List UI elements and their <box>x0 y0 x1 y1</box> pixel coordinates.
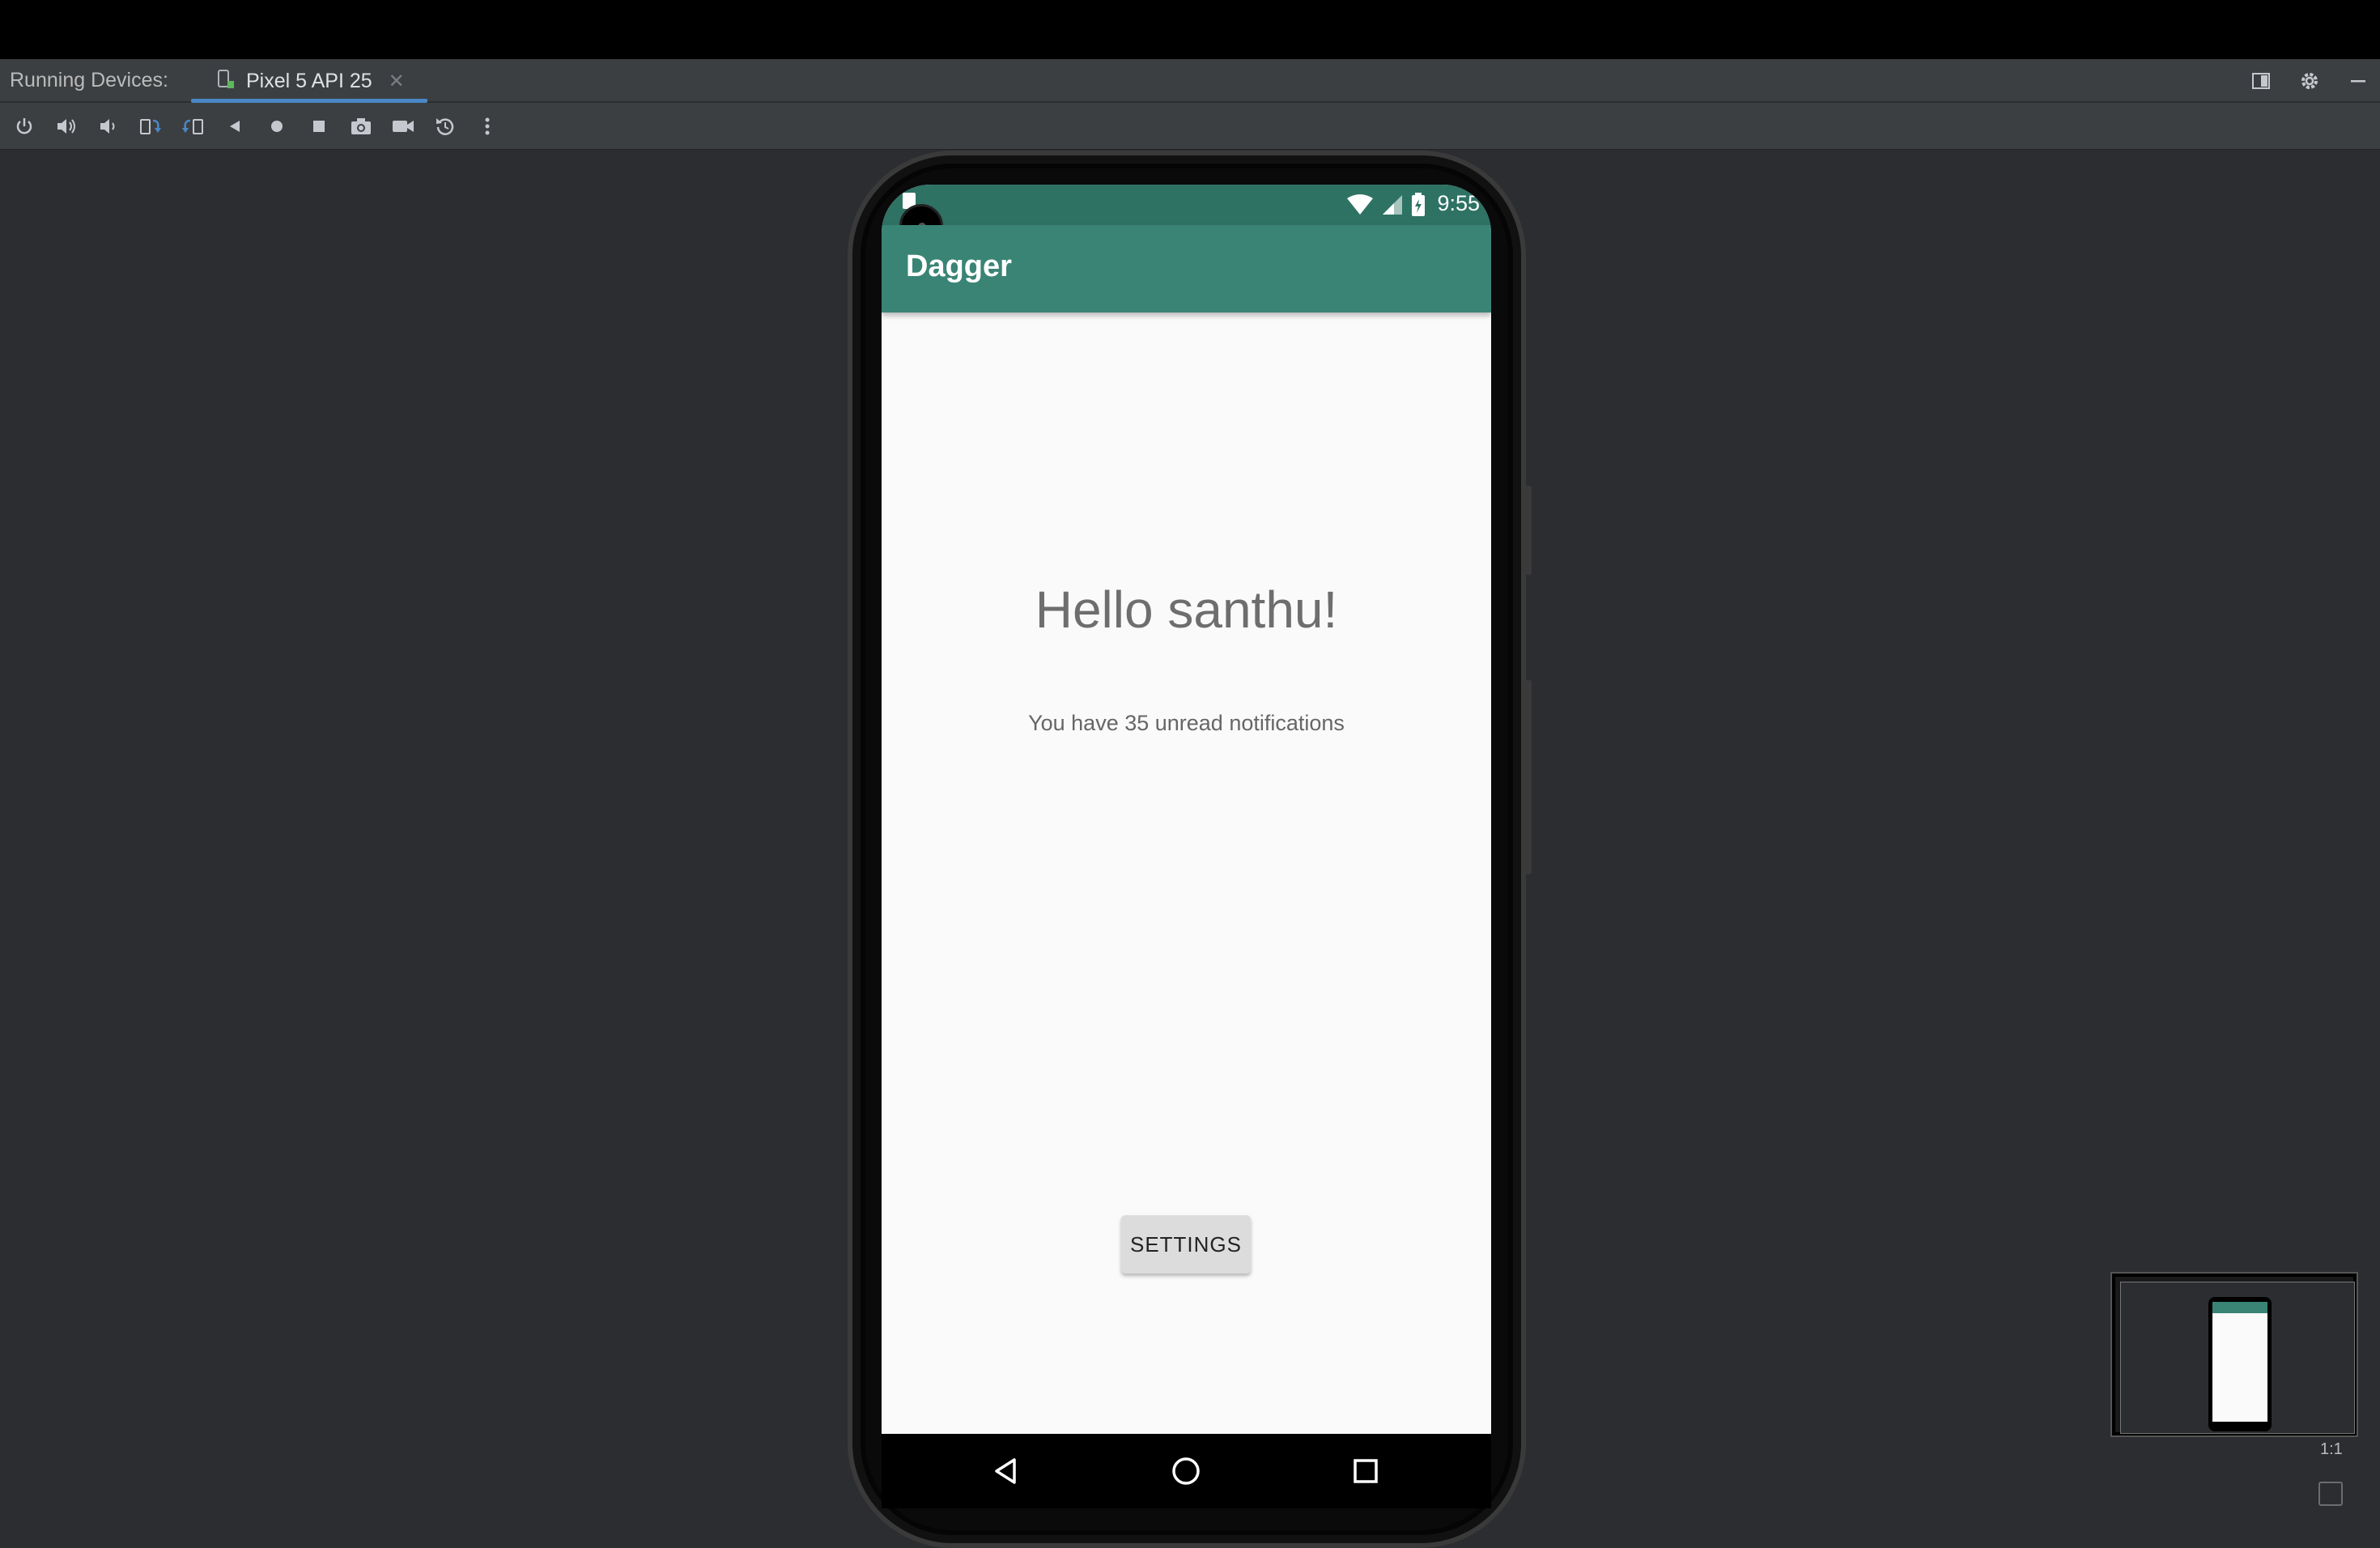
tab-pixel5[interactable]: Pixel 5 API 25 ✕ <box>191 59 427 103</box>
screen-minimap[interactable] <box>2112 1274 2357 1435</box>
overview-icon[interactable] <box>304 112 334 141</box>
wifi-icon <box>1345 194 1375 220</box>
rotate-right-icon[interactable] <box>178 112 207 141</box>
status-bar: 9:55 <box>882 185 1491 225</box>
android-nav-bar <box>882 1434 1491 1508</box>
back-icon[interactable] <box>220 112 249 141</box>
gear-icon[interactable] <box>2296 67 2323 95</box>
volume-up-icon[interactable] <box>52 112 81 141</box>
reset-icon[interactable] <box>431 112 460 141</box>
nav-recents-icon[interactable] <box>1346 1452 1385 1491</box>
more-icon[interactable] <box>473 112 502 141</box>
device-toolbar <box>0 103 2380 150</box>
home-icon[interactable] <box>262 112 291 141</box>
close-icon[interactable]: ✕ <box>389 70 405 93</box>
minimap-app-bar <box>2212 1302 2267 1313</box>
tab-label: Pixel 5 API 25 <box>246 69 372 92</box>
settings-button[interactable]: SETTINGS <box>1121 1215 1251 1274</box>
running-devices-label: Running Devices: <box>10 68 168 91</box>
app-bar: Dagger <box>882 225 1491 313</box>
battery-icon <box>1410 193 1426 221</box>
notifications-text: You have 35 unread notifications <box>1028 711 1345 735</box>
greeting-text: Hello santhu! <box>1035 580 1338 639</box>
status-time: 9:55 <box>1437 191 1480 215</box>
fit-screen-icon[interactable] <box>2318 1482 2343 1506</box>
minimap-viewport <box>2120 1282 2355 1434</box>
minimize-icon[interactable] <box>2344 67 2372 95</box>
device-icon <box>215 69 235 94</box>
volume-side-button <box>1525 680 1532 874</box>
minimap-device <box>2208 1297 2272 1431</box>
restore-layout-icon[interactable] <box>2247 67 2275 95</box>
nav-back-icon[interactable] <box>987 1452 1026 1491</box>
app-title: Dagger <box>906 249 1012 283</box>
zoom-1to1-button[interactable]: 1:1 <box>2320 1440 2343 1459</box>
rotate-left-icon[interactable] <box>136 112 165 141</box>
volume-down-icon[interactable] <box>94 112 123 141</box>
power-icon[interactable] <box>10 112 39 141</box>
signal-icon <box>1381 194 1404 220</box>
nav-home-icon[interactable] <box>1167 1452 1205 1491</box>
minimap-screen <box>2212 1302 2267 1422</box>
screen-record-icon[interactable] <box>389 112 418 141</box>
device-screen[interactable]: 9:55 Dagger Hello santhu! You have 35 un… <box>882 185 1491 1434</box>
power-side-button <box>1525 486 1532 575</box>
running-devices-tabbar: Running Devices: Pixel 5 API 25 ✕ <box>0 59 2380 103</box>
screenshot-icon[interactable] <box>346 112 376 141</box>
title-bar <box>0 0 2380 59</box>
